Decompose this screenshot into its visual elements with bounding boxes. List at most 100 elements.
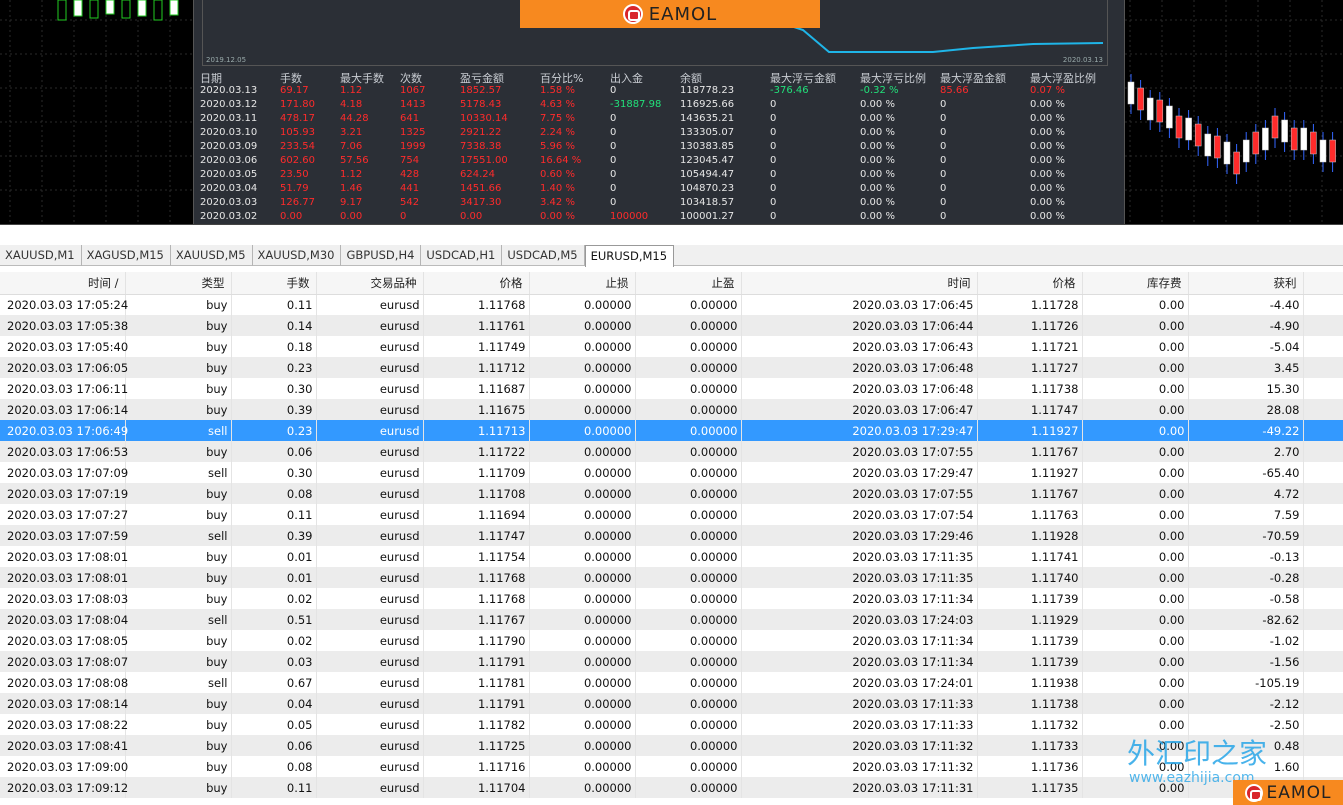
stats-cell: 0.00 % — [860, 211, 895, 222]
table-cell: 0.01 — [231, 567, 317, 588]
table-row[interactable]: 2020.03.03 17:08:01 buy 0.01 eurusd 1.11754 0… — [0, 546, 1343, 567]
table-cell: 2020.03.03 17:06:53 — [0, 441, 128, 462]
candle — [1319, 139, 1327, 163]
stats-cell: 0.00 % — [1030, 127, 1065, 138]
table-row[interactable]: 2020.03.03 17:08:14 buy 0.04 eurusd 1.11791 0… — [0, 693, 1343, 714]
table-cell-spacer — [1303, 588, 1343, 609]
table-cell: 1.11694 — [423, 504, 530, 525]
table-cell: buy — [125, 651, 232, 672]
stats-cell: 0.60 % — [540, 169, 575, 180]
table-row[interactable]: 2020.03.03 17:08:41 buy 0.06 eurusd 1.11725 0… — [0, 735, 1343, 756]
table-cell: buy — [125, 693, 232, 714]
tab-xagusd-m15[interactable]: XAGUSD,M15 — [82, 245, 171, 266]
stats-cell: 5178.43 — [460, 99, 502, 110]
table-row[interactable]: 2020.03.03 17:08:05 buy 0.02 eurusd 1.11790 0… — [0, 630, 1343, 651]
table-cell: 1.11712 — [423, 357, 530, 378]
stats-cell: 2921.22 — [460, 127, 502, 138]
table-cell: 0.00 — [1082, 588, 1189, 609]
table-row[interactable]: 2020.03.03 17:08:03 buy 0.02 eurusd 1.11768 0… — [0, 588, 1343, 609]
table-cell: 0.18 — [231, 336, 317, 357]
table-cell: 0.00 — [1082, 567, 1189, 588]
column-header[interactable]: 价格 — [423, 272, 530, 295]
table-row[interactable]: 2020.03.03 17:07:19 buy 0.08 eurusd 1.11708 0… — [0, 483, 1343, 504]
column-header[interactable]: 获利 — [1188, 272, 1304, 295]
column-header[interactable]: 价格 — [977, 272, 1083, 295]
table-cell: 0.00 — [1082, 462, 1189, 483]
table-cell: 1.11791 — [423, 693, 530, 714]
table-cell: 1.11763 — [977, 504, 1083, 525]
table-row[interactable]: 2020.03.03 17:07:59 sell 0.39 eurusd 1.11747… — [0, 525, 1343, 546]
chart-window[interactable]: 2019.12.05 2020.03.13 EAMOL 日期 手数 最大手数 次数 盈亏… — [0, 0, 1343, 225]
table-row[interactable]: 2020.03.03 17:06:14 buy 0.39 eurusd 1.11675 0… — [0, 399, 1343, 420]
table-row[interactable]: 2020.03.03 17:08:08 sell 0.67 eurusd 1.11781… — [0, 672, 1343, 693]
table-cell: eurusd — [316, 735, 424, 756]
column-header[interactable]: 时间 — [741, 272, 978, 295]
tab-gbpusd-h4[interactable]: GBPUSD,H4 — [341, 245, 422, 266]
column-header[interactable]: 交易品种 — [316, 272, 424, 295]
table-cell: 1.11768 — [423, 567, 530, 588]
table-cell: 2020.03.03 17:08:04 — [0, 609, 128, 630]
candle — [1223, 141, 1231, 165]
stats-cell: 7.06 — [340, 141, 363, 152]
tab-usdcad-m5[interactable]: USDCAD,M5 — [502, 245, 585, 266]
stats-cell: 0 — [770, 155, 777, 166]
table-cell: 0.00000 — [529, 609, 636, 630]
table-row[interactable]: 2020.03.03 17:06:49 sell 0.23 eurusd 1.11713… — [0, 420, 1343, 441]
table-row[interactable]: 2020.03.03 17:06:05 buy 0.23 eurusd 1.11712 0… — [0, 357, 1343, 378]
column-header[interactable]: 止损 — [529, 272, 636, 295]
table-cell: -1.02 — [1188, 630, 1304, 651]
table-cell: 1.11728 — [977, 294, 1083, 315]
table-row[interactable]: 2020.03.03 17:07:09 sell 0.30 eurusd 1.11709… — [0, 462, 1343, 483]
table-row[interactable]: 2020.03.03 17:08:22 buy 0.05 eurusd 1.11782 0… — [0, 714, 1343, 735]
stats-cell: 0.00 % — [1030, 169, 1065, 180]
stats-cell: 1.40 % — [540, 183, 575, 194]
equity-start-date: 2019.12.05 — [206, 56, 247, 64]
table-cell: 2020.03.03 17:11:34 — [741, 630, 978, 651]
stats-cell: 2020.03.13 — [200, 85, 258, 96]
table-cell: 0.39 — [231, 399, 317, 420]
table-row[interactable]: 2020.03.03 17:09:12 buy 0.11 eurusd 1.11704 0… — [0, 777, 1343, 798]
table-cell: 0.00000 — [635, 504, 742, 525]
tab-xauusd-m5[interactable]: XAUUSD,M5 — [171, 245, 253, 266]
table-row[interactable]: 2020.03.03 17:06:11 buy 0.30 eurusd 1.11687 0… — [0, 378, 1343, 399]
table-row[interactable]: 2020.03.03 17:09:00 buy 0.08 eurusd 1.11716 0… — [0, 756, 1343, 777]
table-row[interactable]: 2020.03.03 17:08:04 sell 0.51 eurusd 1.11767… — [0, 609, 1343, 630]
column-header[interactable]: 时间 / — [0, 272, 126, 295]
stats-cell: 0.00 % — [540, 211, 575, 222]
column-header[interactable]: 手数 — [231, 272, 317, 295]
tab-xauusd-m1[interactable]: XAUUSD,M1 — [0, 245, 82, 266]
table-row[interactable]: 2020.03.03 17:08:01 buy 0.01 eurusd 1.11768 0… — [0, 567, 1343, 588]
table-cell: 0.00000 — [635, 756, 742, 777]
tab-usdcad-h1[interactable]: USDCAD,H1 — [421, 245, 503, 266]
table-cell: 0.00 — [1082, 357, 1189, 378]
table-cell: 1.11727 — [977, 357, 1083, 378]
table-cell: 1.11747 — [977, 399, 1083, 420]
stats-cell: 1999 — [400, 141, 426, 152]
candle — [1175, 115, 1183, 139]
table-cell: eurusd — [316, 714, 424, 735]
tab-xauusd-m30[interactable]: XAUUSD,M30 — [253, 245, 342, 266]
table-row[interactable]: 2020.03.03 17:05:38 buy 0.14 eurusd 1.11761 0… — [0, 315, 1343, 336]
column-header[interactable]: 止盈 — [635, 272, 742, 295]
table-cell: eurusd — [316, 399, 424, 420]
table-cell: 0.00 — [1082, 651, 1189, 672]
table-row[interactable]: 2020.03.03 17:07:27 buy 0.11 eurusd 1.11694 0… — [0, 504, 1343, 525]
stats-cell: 0 — [610, 169, 617, 180]
stats-cell: 1.58 % — [540, 85, 575, 96]
table-cell: 2020.03.03 17:11:32 — [741, 756, 978, 777]
stats-cell: 2020.03.02 — [200, 211, 258, 222]
table-cell: 1.11929 — [977, 609, 1083, 630]
table-cell-spacer — [1303, 672, 1343, 693]
table-row[interactable]: 2020.03.03 17:06:53 buy 0.06 eurusd 1.11722 0… — [0, 441, 1343, 462]
table-row[interactable]: 2020.03.03 17:05:40 buy 0.18 eurusd 1.11749 0… — [0, 336, 1343, 357]
table-row[interactable]: 2020.03.03 17:08:07 buy 0.03 eurusd 1.11791 0… — [0, 651, 1343, 672]
table-cell: 0.11 — [231, 504, 317, 525]
stats-cell: 69.17 — [280, 85, 309, 96]
column-header[interactable]: 类型 — [125, 272, 232, 295]
column-header[interactable]: 库存费 — [1082, 272, 1189, 295]
table-cell: -0.28 — [1188, 567, 1304, 588]
tab-eurusd-m15[interactable]: EURUSD,M15 — [584, 245, 675, 267]
table-row[interactable]: 2020.03.03 17:05:24 buy 0.11 eurusd 1.11768 0… — [0, 294, 1343, 315]
table-cell: 2.70 — [1188, 441, 1304, 462]
table-cell: 2020.03.03 17:05:40 — [0, 336, 128, 357]
